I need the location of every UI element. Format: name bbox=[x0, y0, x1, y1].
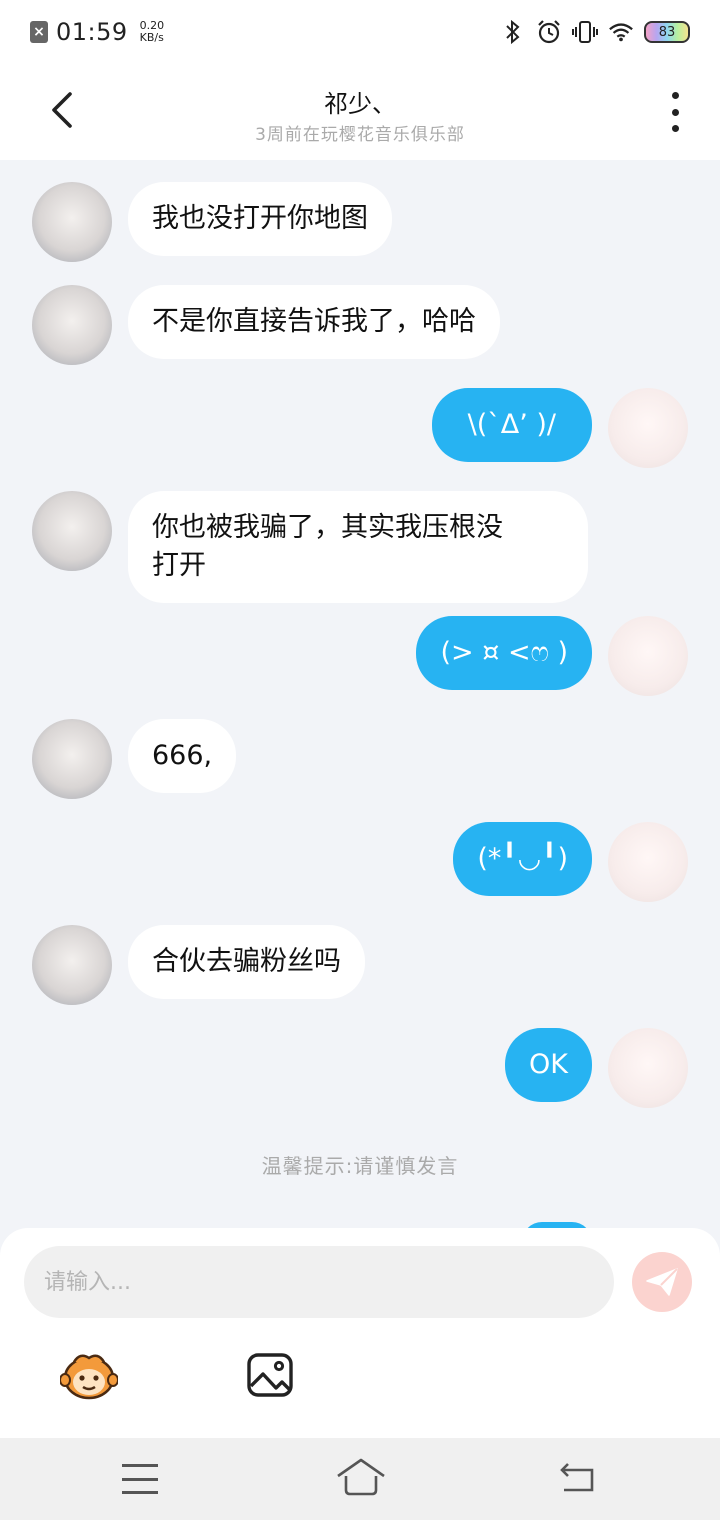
home-icon bbox=[337, 1458, 385, 1496]
menu-button[interactable] bbox=[122, 1464, 158, 1494]
message-bubble-received[interactable]: 666, bbox=[128, 719, 237, 793]
send-button[interactable] bbox=[632, 1252, 692, 1312]
contact-avatar[interactable] bbox=[32, 719, 112, 799]
menu-icon bbox=[122, 1464, 158, 1467]
my-avatar[interactable] bbox=[608, 388, 688, 468]
system-notice: 温馨提示:请谨慎发言 bbox=[261, 1154, 459, 1178]
my-avatar[interactable] bbox=[608, 1028, 688, 1108]
contact-avatar[interactable] bbox=[32, 925, 112, 1005]
image-button[interactable] bbox=[246, 1352, 294, 1398]
my-avatar[interactable] bbox=[608, 822, 688, 902]
message-input[interactable] bbox=[24, 1246, 614, 1318]
system-navigation-bar bbox=[0, 1438, 720, 1520]
return-icon bbox=[560, 1463, 594, 1492]
more-button[interactable] bbox=[660, 92, 690, 132]
vibrate-icon bbox=[572, 19, 598, 45]
contact-avatar[interactable] bbox=[32, 491, 112, 571]
home-button[interactable] bbox=[334, 1456, 388, 1498]
wifi-icon bbox=[608, 19, 634, 45]
bluetooth-icon bbox=[500, 19, 526, 45]
my-avatar[interactable] bbox=[608, 616, 688, 696]
send-icon bbox=[646, 1268, 678, 1296]
battery-indicator: 83 bbox=[644, 21, 690, 43]
message-list[interactable]: 我也没打开你地图 不是你直接告诉我了，哈哈 \(`Δ’ )/ 你也被我骗了，其实… bbox=[0, 160, 720, 1228]
clock: 01:59 bbox=[56, 18, 128, 46]
message-bubble-sent[interactable]: OK bbox=[505, 1028, 592, 1102]
return-button[interactable] bbox=[558, 1460, 598, 1496]
emoji-icon bbox=[59, 1354, 119, 1400]
contact-avatar[interactable] bbox=[32, 285, 112, 365]
contact-name: 祁少、 bbox=[324, 90, 396, 118]
message-bubble-received[interactable]: 我也没打开你地图 bbox=[128, 182, 392, 256]
status-right: 83 bbox=[500, 19, 690, 45]
alarm-icon bbox=[536, 19, 562, 45]
message-bubble-received[interactable]: 合伙去骗粉丝吗 bbox=[128, 925, 365, 999]
message-bubble-sent[interactable]: (> ¤ <ෆ ) bbox=[416, 616, 592, 690]
contact-avatar[interactable] bbox=[32, 182, 112, 262]
emoji-button[interactable] bbox=[59, 1350, 119, 1400]
message-bubble-sent[interactable]: \(`Δ’ )/ bbox=[431, 388, 592, 462]
message-bubble-sent[interactable]: (*╹◡╹) bbox=[453, 822, 592, 896]
chat-header: 祁少、 3周前在玩樱花音乐俱乐部 bbox=[0, 64, 720, 160]
image-icon bbox=[247, 1353, 293, 1397]
more-icon bbox=[671, 92, 679, 99]
composer-panel bbox=[0, 1228, 720, 1438]
status-left: × 01:59 0.20 KB/s bbox=[30, 18, 164, 46]
speed-unit: KB/s bbox=[139, 31, 164, 44]
notification-icon: × bbox=[30, 21, 48, 43]
message-bubble-received[interactable]: 你也被我骗了，其实我压根没 打开 bbox=[128, 491, 588, 603]
network-speed: 0.20 KB/s bbox=[140, 20, 165, 44]
status-bar: × 01:59 0.20 KB/s 83 bbox=[0, 0, 720, 64]
message-bubble-received[interactable]: 不是你直接告诉我了，哈哈 bbox=[128, 285, 500, 359]
contact-status: 3周前在玩樱花音乐俱乐部 bbox=[255, 125, 465, 145]
